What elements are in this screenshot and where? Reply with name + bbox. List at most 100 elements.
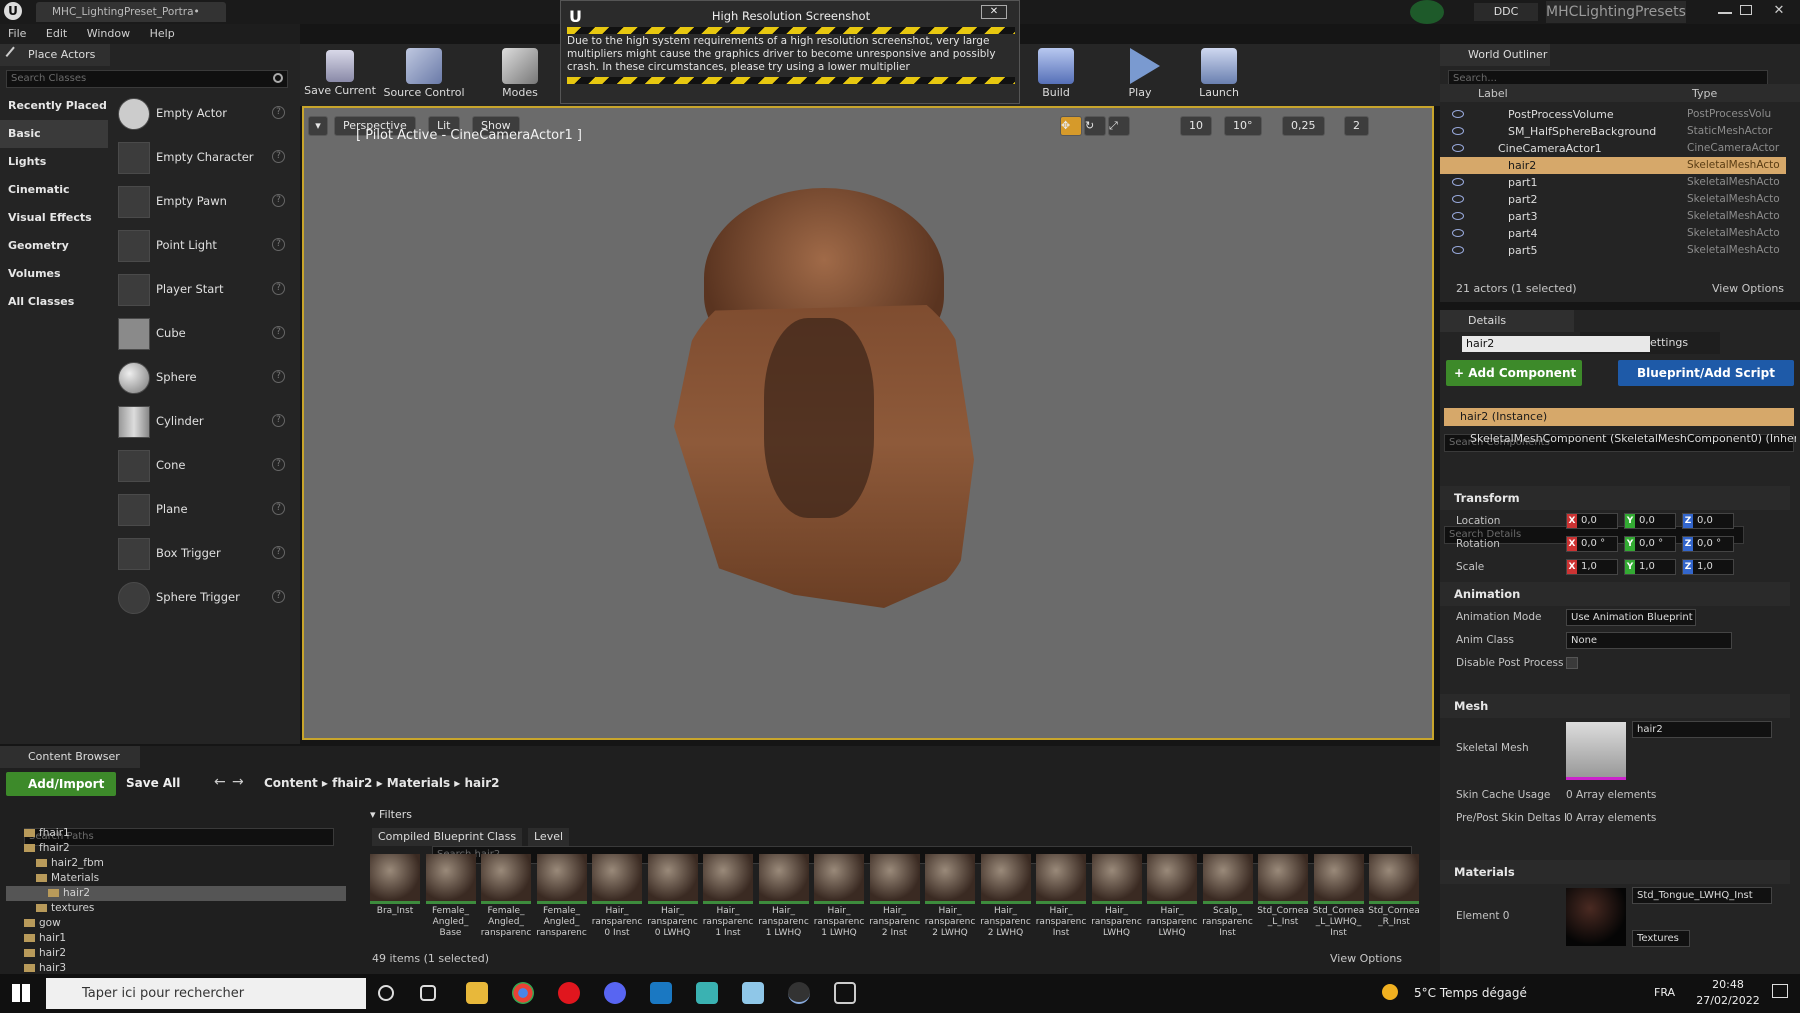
windows-start-icon[interactable] (12, 984, 30, 1002)
language-indicator[interactable]: FRA (1654, 986, 1675, 999)
camera-speed-value[interactable]: 2 (1344, 116, 1369, 136)
cortana-icon[interactable] (378, 985, 394, 1001)
actor-cylinder[interactable]: Cylinder? (0, 400, 300, 444)
menu-edit[interactable]: Edit (38, 24, 75, 44)
animation-heading[interactable]: Animation (1440, 582, 1790, 606)
ddc-button[interactable]: DDC (1474, 3, 1538, 21)
menu-file[interactable]: File (0, 24, 34, 44)
textures-dropdown[interactable]: Textures (1632, 930, 1690, 947)
asset-tile[interactable]: Bra_Inst (368, 854, 422, 917)
eye-icon[interactable] (1452, 229, 1464, 237)
eye-icon[interactable] (1452, 246, 1464, 254)
grid-snap-value[interactable]: 10 (1180, 116, 1212, 136)
help-icon[interactable]: ? (272, 194, 285, 207)
rotation-y[interactable]: Y 0,0 ° (1624, 536, 1676, 552)
help-icon[interactable]: ? (272, 370, 285, 383)
chrome-icon[interactable] (512, 982, 534, 1004)
asset-tile[interactable]: Hair_ ransparenc 0 Inst (590, 854, 644, 939)
asset-tile[interactable]: Female_ Angled_ Base (424, 854, 478, 939)
tree-row[interactable]: part2 SkeletalMeshActo (1440, 191, 1786, 208)
actor-empty-pawn[interactable]: Empty Pawn? (0, 180, 300, 224)
scale-snap-value[interactable]: 0,25 (1282, 116, 1325, 136)
unreal-engine-icon[interactable] (788, 982, 810, 1004)
modes-button[interactable]: Modes (490, 46, 550, 99)
asset-tile[interactable]: Std_Cornea _L_Inst (1256, 854, 1310, 928)
asset-tile[interactable]: Hair_ ransparenc 0 LWHQ (646, 854, 700, 939)
notification-center-icon[interactable] (1772, 984, 1788, 998)
eye-icon[interactable] (1452, 144, 1464, 152)
asset-tile[interactable]: Std_Cornea _L_LWHQ_ Inst (1312, 854, 1366, 939)
actor-box-trigger[interactable]: Box Trigger? (0, 532, 300, 576)
blueprint-add-script-button[interactable]: Blueprint/Add Script (1618, 360, 1794, 386)
close-window-button[interactable]: ✕ (1764, 1, 1794, 21)
anim-class-dropdown[interactable]: None (1566, 632, 1732, 649)
tree-row[interactable]: part3 SkeletalMeshActo (1440, 208, 1786, 225)
asset-tile[interactable]: Hair_ ransparenc 1 LWHQ (757, 854, 811, 939)
weather-text[interactable]: 5°C Temps dégagé (1414, 986, 1527, 1000)
world-outliner-tab[interactable]: World Outliner (1440, 44, 1550, 66)
rotation-z[interactable]: Z 0,0 ° (1682, 536, 1734, 552)
eye-icon[interactable] (1452, 110, 1464, 118)
materials-heading[interactable]: Materials (1440, 860, 1790, 884)
actor-empty-actor[interactable]: Empty Actor? (0, 92, 300, 136)
outliner-view-options[interactable]: View Options (1712, 282, 1784, 295)
photos-icon[interactable] (650, 982, 672, 1004)
asset-tile[interactable]: Hair_ ransparenc 2 Inst (868, 854, 922, 939)
help-icon[interactable]: ? (272, 414, 285, 427)
build-button[interactable]: Build (1030, 46, 1082, 99)
tree-row[interactable]: PostProcessVolume PostProcessVolu (1440, 106, 1786, 123)
sync-icon[interactable] (1410, 0, 1444, 24)
scale-y[interactable]: Y 1,0 (1624, 559, 1676, 575)
help-icon[interactable]: ? (272, 150, 285, 163)
play-button[interactable]: Play (1116, 46, 1164, 99)
skeletal-mesh-thumbnail[interactable] (1566, 722, 1626, 780)
help-icon[interactable]: ? (272, 502, 285, 515)
tree-row-selected[interactable]: hair2 SkeletalMeshActo (1440, 157, 1786, 174)
place-actors-tab[interactable]: Place Actors (0, 44, 110, 66)
asset-tile[interactable]: Female_ Angled_ ransparenc (535, 854, 589, 939)
asset-tile[interactable]: Scalp_ ransparenc Inst (1201, 854, 1255, 939)
component-row[interactable]: SkeletalMeshComponent (SkeletalMeshCompo… (1470, 432, 1796, 445)
maya-icon[interactable] (696, 982, 718, 1004)
rotation-x[interactable]: X 0,0 ° (1566, 536, 1618, 552)
task-view-icon[interactable] (420, 985, 436, 1001)
file-explorer-icon[interactable] (466, 982, 488, 1004)
asset-view-options[interactable]: View Options (1330, 952, 1402, 965)
asset-tile[interactable]: Hair_ ransparenc 1 Inst (701, 854, 755, 939)
level-viewport[interactable]: ▾ Perspective Lit Show [ Pilot Active - … (302, 106, 1434, 740)
mesh-heading[interactable]: Mesh (1440, 694, 1790, 718)
add-component-button[interactable]: + Add Component (1446, 360, 1582, 386)
location-z[interactable]: Z 0,0 (1682, 513, 1734, 529)
taskbar-search-input[interactable]: Taper ici pour rechercher (46, 978, 366, 1009)
opera-icon[interactable] (558, 982, 580, 1004)
eye-icon[interactable] (1452, 127, 1464, 135)
actor-plane[interactable]: Plane? (0, 488, 300, 532)
tree-row[interactable]: part5 SkeletalMeshActo (1440, 242, 1786, 259)
translate-tool-icon[interactable]: ✥ (1060, 116, 1082, 136)
menu-help[interactable]: Help (142, 24, 183, 44)
help-icon[interactable]: ? (272, 590, 285, 603)
asset-tile[interactable]: Hair_ ransparenc LWHQ (1090, 854, 1144, 939)
location-y[interactable]: Y 0,0 (1624, 513, 1676, 529)
asset-tile[interactable]: Hair_ ransparenc 2 LWHQ (979, 854, 1033, 939)
actor-cube[interactable]: Cube? (0, 312, 300, 356)
menu-window[interactable]: Window (79, 24, 138, 44)
eye-icon[interactable] (1452, 178, 1464, 186)
minimize-button[interactable] (1718, 12, 1732, 14)
actor-empty-character[interactable]: Empty Character? (0, 136, 300, 180)
transform-heading[interactable]: Transform (1440, 486, 1790, 510)
details-tab[interactable]: Details (1440, 310, 1574, 332)
rotate-tool-icon[interactable]: ↻ (1084, 116, 1106, 136)
skeletal-mesh-dropdown[interactable]: hair2 (1632, 721, 1772, 738)
asset-tile[interactable]: Hair_ ransparenc 1 LWHQ (812, 854, 866, 939)
scale-z[interactable]: Z 1,0 (1682, 559, 1734, 575)
tree-row[interactable]: SM_HalfSphereBackground StaticMeshActor (1440, 123, 1786, 140)
scale-x[interactable]: X 1,0 (1566, 559, 1618, 575)
asset-tile[interactable]: Hair_ ransparenc 2 LWHQ (923, 854, 977, 939)
tree-row[interactable]: CineCameraActor1 CineCameraActor (1440, 140, 1786, 157)
help-icon[interactable]: ? (272, 238, 285, 251)
disable-post-process-checkbox[interactable] (1566, 657, 1578, 669)
maximize-button[interactable] (1740, 5, 1752, 15)
material-dropdown[interactable]: Std_Tongue_LWHQ_Inst (1632, 887, 1772, 904)
search-classes-input[interactable]: Search Classes (6, 70, 288, 88)
